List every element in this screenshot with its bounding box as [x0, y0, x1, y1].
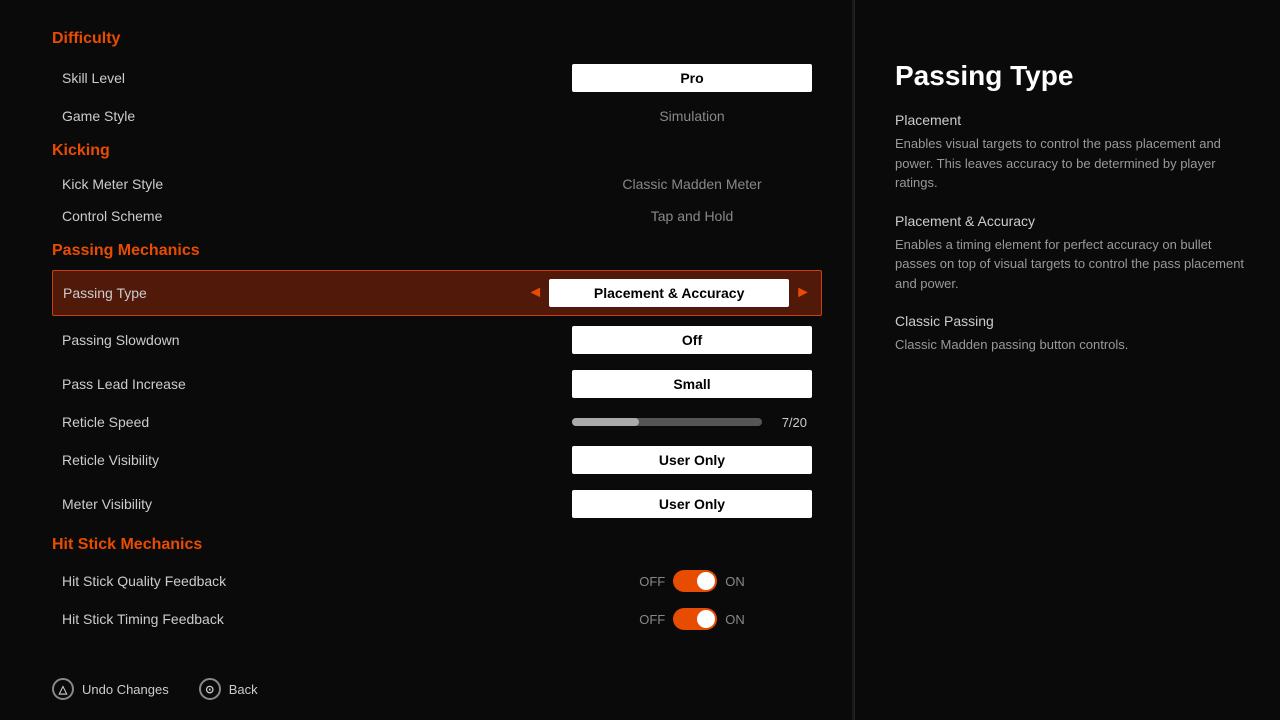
toggle-on-label-hit-stick-timing: ON	[725, 612, 745, 627]
bottom-bar: △ Undo Changes ⊙ Back	[52, 663, 822, 700]
slider-container-reticle-speed[interactable]: 7/20	[572, 415, 812, 430]
setting-value-skill-level: Pro	[572, 64, 812, 92]
toggle-knob-hit-stick-timing	[697, 610, 715, 628]
slider-track-reticle-speed[interactable]	[572, 418, 762, 426]
info-description: Classic Madden passing button controls.	[895, 335, 1250, 355]
setting-value-game-style: Simulation	[572, 108, 812, 124]
setting-label-hit-stick-timing: Hit Stick Timing Feedback	[62, 611, 224, 627]
setting-value-meter-visibility: User Only	[572, 490, 812, 518]
setting-value-pass-lead-increase: Small	[572, 370, 812, 398]
setting-row-passing-type[interactable]: Passing Type ◄ Placement & Accuracy ►	[52, 270, 822, 316]
toggle-switch-hit-stick-quality[interactable]	[673, 570, 717, 592]
section-header-hit-stick-mechanics: Hit Stick Mechanics	[52, 536, 822, 554]
setting-row-reticle-visibility[interactable]: Reticle Visibility User Only	[52, 438, 822, 482]
toggle-knob-hit-stick-quality	[697, 572, 715, 590]
toggle-container-hit-stick-timing[interactable]: OFF ON	[572, 608, 812, 630]
bottom-button-icon-back: ⊙	[199, 678, 221, 700]
toggle-container-hit-stick-quality[interactable]: OFF ON	[572, 570, 812, 592]
section-header-kicking: Kicking	[52, 142, 822, 160]
bottom-button-label-undo-changes: Undo Changes	[82, 682, 169, 697]
vertical-settings-label	[0, 0, 32, 720]
setting-label-control-scheme: Control Scheme	[62, 208, 162, 224]
info-section-title: Placement & Accuracy	[895, 213, 1250, 229]
info-description: Enables a timing element for perfect acc…	[895, 235, 1250, 294]
bottom-button-undo-changes[interactable]: △ Undo Changes	[52, 678, 169, 700]
setting-label-reticle-speed: Reticle Speed	[62, 414, 149, 430]
info-section-title: Placement	[895, 112, 1250, 128]
setting-row-hit-stick-timing: Hit Stick Timing Feedback OFF ON	[52, 600, 822, 638]
setting-row-game-style: Game Style Simulation	[52, 100, 822, 132]
setting-label-skill-level: Skill Level	[62, 70, 125, 86]
setting-value-reticle-visibility: User Only	[572, 446, 812, 474]
arrow-left-passing-type[interactable]: ◄	[527, 284, 543, 302]
settings-panel: Difficulty Skill Level Pro Game Style Simula…	[32, 0, 852, 720]
setting-row-reticle-speed: Reticle Speed 7/20	[52, 406, 822, 438]
info-panel-title: Passing Type	[895, 60, 1250, 92]
setting-row-skill-level[interactable]: Skill Level Pro	[52, 56, 822, 100]
setting-row-passing-slowdown[interactable]: Passing Slowdown Off	[52, 318, 822, 362]
slider-fill-reticle-speed	[572, 418, 639, 426]
setting-label-reticle-visibility: Reticle Visibility	[62, 452, 159, 468]
setting-value-kick-meter-style: Classic Madden Meter	[572, 176, 812, 192]
setting-row-pass-lead-increase[interactable]: Pass Lead Increase Small	[52, 362, 822, 406]
toggle-off-label-hit-stick-quality: OFF	[639, 574, 665, 589]
setting-row-hit-stick-quality: Hit Stick Quality Feedback OFF ON	[52, 562, 822, 600]
setting-row-kick-meter-style: Kick Meter Style Classic Madden Meter	[52, 168, 822, 200]
info-description: Enables visual targets to control the pa…	[895, 134, 1250, 193]
setting-label-hit-stick-quality: Hit Stick Quality Feedback	[62, 573, 226, 589]
arrow-right-passing-type[interactable]: ►	[795, 284, 811, 302]
bottom-button-back[interactable]: ⊙ Back	[199, 678, 258, 700]
setting-label-meter-visibility: Meter Visibility	[62, 496, 152, 512]
bottom-button-icon-undo-changes: △	[52, 678, 74, 700]
setting-label-kick-meter-style: Kick Meter Style	[62, 176, 163, 192]
toggle-off-label-hit-stick-timing: OFF	[639, 612, 665, 627]
setting-value-passing-slowdown: Off	[572, 326, 812, 354]
setting-label-passing-slowdown: Passing Slowdown	[62, 332, 180, 348]
setting-row-meter-visibility[interactable]: Meter Visibility User Only	[52, 482, 822, 526]
setting-value-passing-type: Placement & Accuracy	[549, 279, 789, 307]
info-section-title: Classic Passing	[895, 313, 1250, 329]
bottom-button-label-back: Back	[229, 682, 258, 697]
toggle-on-label-hit-stick-quality: ON	[725, 574, 745, 589]
toggle-switch-hit-stick-timing[interactable]	[673, 608, 717, 630]
info-panel: Passing Type Placement Enables visual targ…	[854, 0, 1280, 720]
setting-value-control-scheme: Tap and Hold	[572, 208, 812, 224]
setting-label-game-style: Game Style	[62, 108, 135, 124]
slider-value-reticle-speed: 7/20	[772, 415, 807, 430]
setting-label-passing-type: Passing Type	[63, 285, 147, 301]
setting-label-pass-lead-increase: Pass Lead Increase	[62, 376, 186, 392]
section-header-difficulty: Difficulty	[52, 30, 822, 48]
section-header-passing-mechanics: Passing Mechanics	[52, 242, 822, 260]
setting-row-control-scheme: Control Scheme Tap and Hold	[52, 200, 822, 232]
